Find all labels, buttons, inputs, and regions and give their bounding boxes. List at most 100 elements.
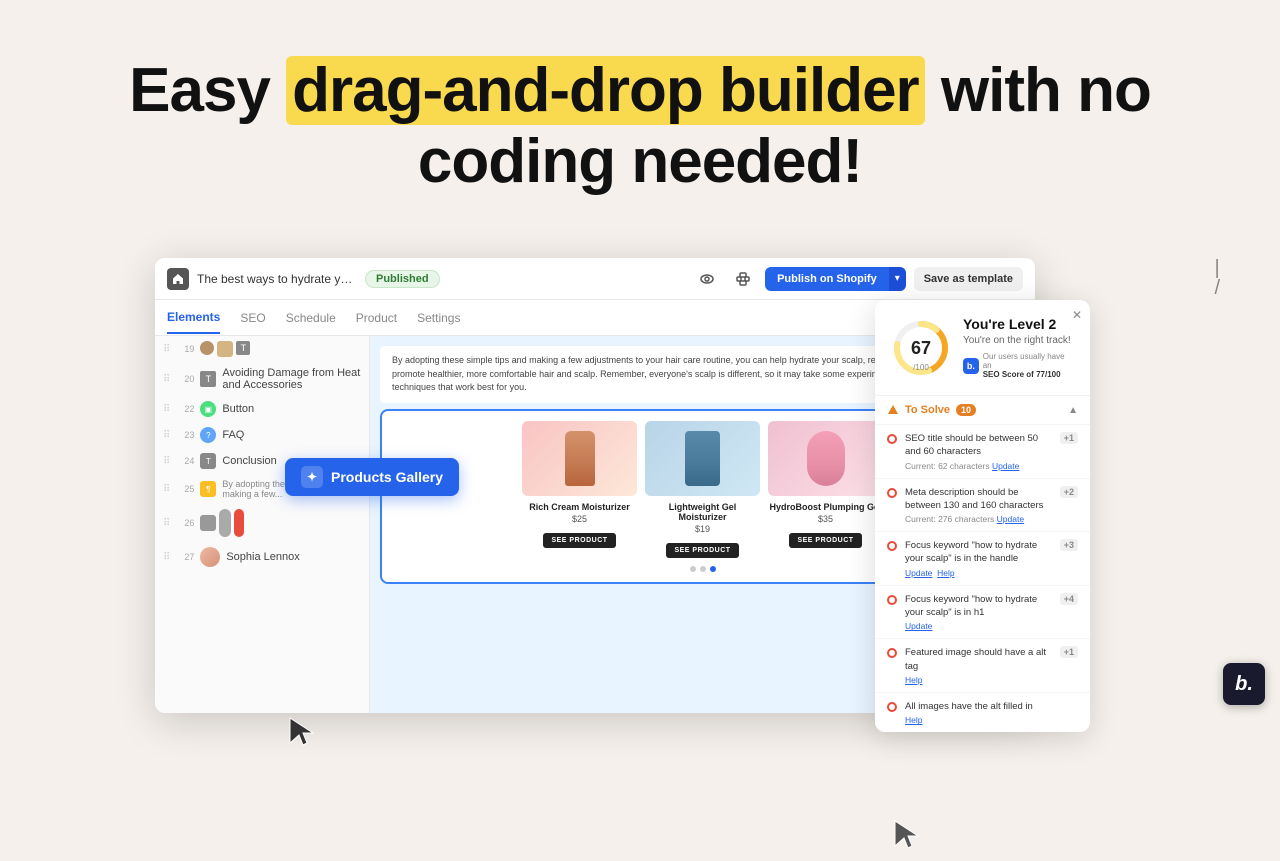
seo-item-text: Focus keyword "how to hydrate your scalp… [905, 593, 1052, 620]
drag-handle[interactable]: ⠿ [163, 404, 170, 415]
item-label: Sophia Lennox [226, 551, 361, 563]
hero-title: Easy drag-and-drop builder with no codin… [0, 55, 1280, 198]
item-label: Avoiding Damage from Heat and Accessorie… [222, 367, 361, 391]
save-template-button[interactable]: Save as template [914, 267, 1023, 291]
product-price: $35 [768, 514, 883, 524]
tab-product[interactable]: Product [356, 303, 397, 333]
product-image-moisturizer [645, 421, 760, 496]
seo-help-link[interactable]: Help [905, 715, 922, 725]
item-icon: T [200, 371, 216, 387]
eye-icon[interactable] [693, 265, 721, 293]
seo-item-content: All images have the alt filled in Help [905, 700, 1078, 725]
products-gallery-callout: ✦ Products Gallery [285, 458, 459, 496]
seo-update-link[interactable]: Update [905, 568, 932, 578]
hero-section: Easy drag-and-drop builder with no codin… [0, 0, 1280, 218]
product-name: Lightweight Gel Moisturizer [645, 502, 760, 522]
seo-item: Focus keyword "how to hydrate your scalp… [875, 585, 1090, 639]
dot-active[interactable] [710, 566, 716, 572]
seo-item: Featured image should have a alt tag Hel… [875, 638, 1090, 692]
top-bar: The best ways to hydrate your ... Publis… [155, 258, 1035, 300]
mockup-wrapper: The best ways to hydrate your ... Publis… [155, 258, 1075, 718]
to-solve-title: To Solve 10 [887, 404, 976, 416]
publish-dropdown-arrow[interactable]: ▾ [889, 267, 906, 291]
seo-status-dot [887, 648, 897, 658]
settings-icon[interactable] [729, 265, 757, 293]
seo-update-link[interactable]: Update [992, 461, 1019, 471]
gel-bottle [807, 431, 845, 486]
product-item: Rich Cream Moisturizer $25 SEE PRODUCT [522, 421, 637, 558]
seo-level-section: 67 /100 You're Level 2 You're on the rig… [875, 300, 1090, 396]
item-label: FAQ [222, 429, 361, 441]
to-solve-label: To Solve [905, 404, 950, 416]
drag-handle[interactable]: ⠿ [163, 552, 170, 563]
seo-status-dot [887, 488, 897, 498]
cursor-arrow-right [890, 816, 930, 861]
list-item: ⠿ 22 ▣ Button [155, 396, 369, 422]
seo-help-link[interactable]: Help [905, 675, 922, 685]
level-subtitle: You're on the right track! [963, 335, 1074, 346]
drag-handle[interactable]: ⠿ [163, 374, 170, 385]
seo-plus-score: +4 [1060, 593, 1078, 605]
seo-item-content: Meta description should be between 130 a… [905, 486, 1052, 525]
decorative-lines: |/ [1214, 258, 1220, 298]
dot[interactable] [690, 566, 696, 572]
seo-item-text: Featured image should have a alt tag [905, 646, 1052, 673]
list-item: ⠿ 19 T [155, 336, 369, 362]
callout-label: Products Gallery [331, 469, 443, 485]
item-icon: ? [200, 427, 216, 443]
list-item: ⠿ 27 Sophia Lennox [155, 542, 369, 572]
item-icon3 [234, 509, 244, 537]
serum-bottle [565, 431, 595, 486]
publish-button[interactable]: Publish on Shopify [765, 267, 889, 291]
item-icon2 [217, 341, 233, 357]
list-item: ⠿ 20 T Avoiding Damage from Heat and Acc… [155, 362, 369, 396]
seo-item-content: SEO title should be between 50 and 60 ch… [905, 432, 1052, 471]
seo-plus-score: +3 [1060, 539, 1078, 551]
seo-item-detail: Help [905, 675, 1052, 685]
home-icon[interactable] [167, 268, 189, 290]
seo-item: All images have the alt filled in Help [875, 692, 1090, 732]
drag-handle[interactable]: ⠿ [163, 344, 170, 355]
close-icon[interactable]: ✕ [1072, 308, 1082, 322]
product-item: Lightweight Gel Moisturizer $19 SEE PROD… [645, 421, 760, 558]
sidebar: ⠿ 19 T ⠿ 20 T Avoiding Damage from Heat … [155, 336, 370, 713]
see-product-button[interactable]: SEE PRODUCT [666, 543, 738, 558]
see-product-button[interactable]: SEE PRODUCT [789, 533, 861, 548]
drag-handle[interactable]: ⠿ [163, 518, 170, 529]
seo-item-text: Meta description should be between 130 a… [905, 486, 1052, 513]
hero-prefix: Easy [129, 56, 286, 125]
to-solve-header[interactable]: To Solve 10 ▲ [875, 396, 1090, 424]
seo-item-detail: Update Help [905, 568, 1052, 578]
product-item: HydroBoost Plumping Gel $35 SEE PRODUCT [768, 421, 883, 558]
tab-schedule[interactable]: Schedule [286, 303, 336, 333]
seo-update-link[interactable]: Update [905, 621, 932, 631]
avg-text: Our users usually have anSEO Score of 77… [983, 352, 1074, 379]
seo-item-content: Focus keyword "how to hydrate your scalp… [905, 539, 1052, 578]
item-icon3: T [236, 341, 250, 355]
seo-update-link[interactable]: Update [997, 514, 1024, 524]
seo-item: Focus keyword "how to hydrate your scalp… [875, 531, 1090, 585]
item-icon: ▣ [200, 401, 216, 417]
drag-handle[interactable]: ⠿ [163, 430, 170, 441]
seo-plus-score: +2 [1060, 486, 1078, 498]
gallery-icon: ✦ [301, 466, 323, 488]
top-bar-icons [693, 265, 757, 293]
tab-settings[interactable]: Settings [417, 303, 460, 333]
drag-handle[interactable]: ⠿ [163, 484, 170, 495]
drag-handle[interactable]: ⠿ [163, 456, 170, 467]
product-image-plumping [768, 421, 883, 496]
see-product-button[interactable]: SEE PRODUCT [543, 533, 615, 548]
seo-status-dot [887, 595, 897, 605]
seo-item-detail: Update [905, 621, 1052, 631]
seo-item-detail: Help [905, 715, 1078, 725]
score-label: /100 [913, 363, 929, 372]
seo-status-dot [887, 541, 897, 551]
dot[interactable] [700, 566, 706, 572]
seo-help-link[interactable]: Help [937, 568, 954, 578]
hero-line2: coding needed! [418, 127, 862, 196]
item-icon: T [200, 453, 216, 469]
seo-item-text: SEO title should be between 50 and 60 ch… [905, 432, 1052, 459]
tab-seo[interactable]: SEO [240, 303, 265, 333]
tab-elements[interactable]: Elements [167, 302, 220, 334]
seo-item-text: Focus keyword "how to hydrate your scalp… [905, 539, 1052, 566]
